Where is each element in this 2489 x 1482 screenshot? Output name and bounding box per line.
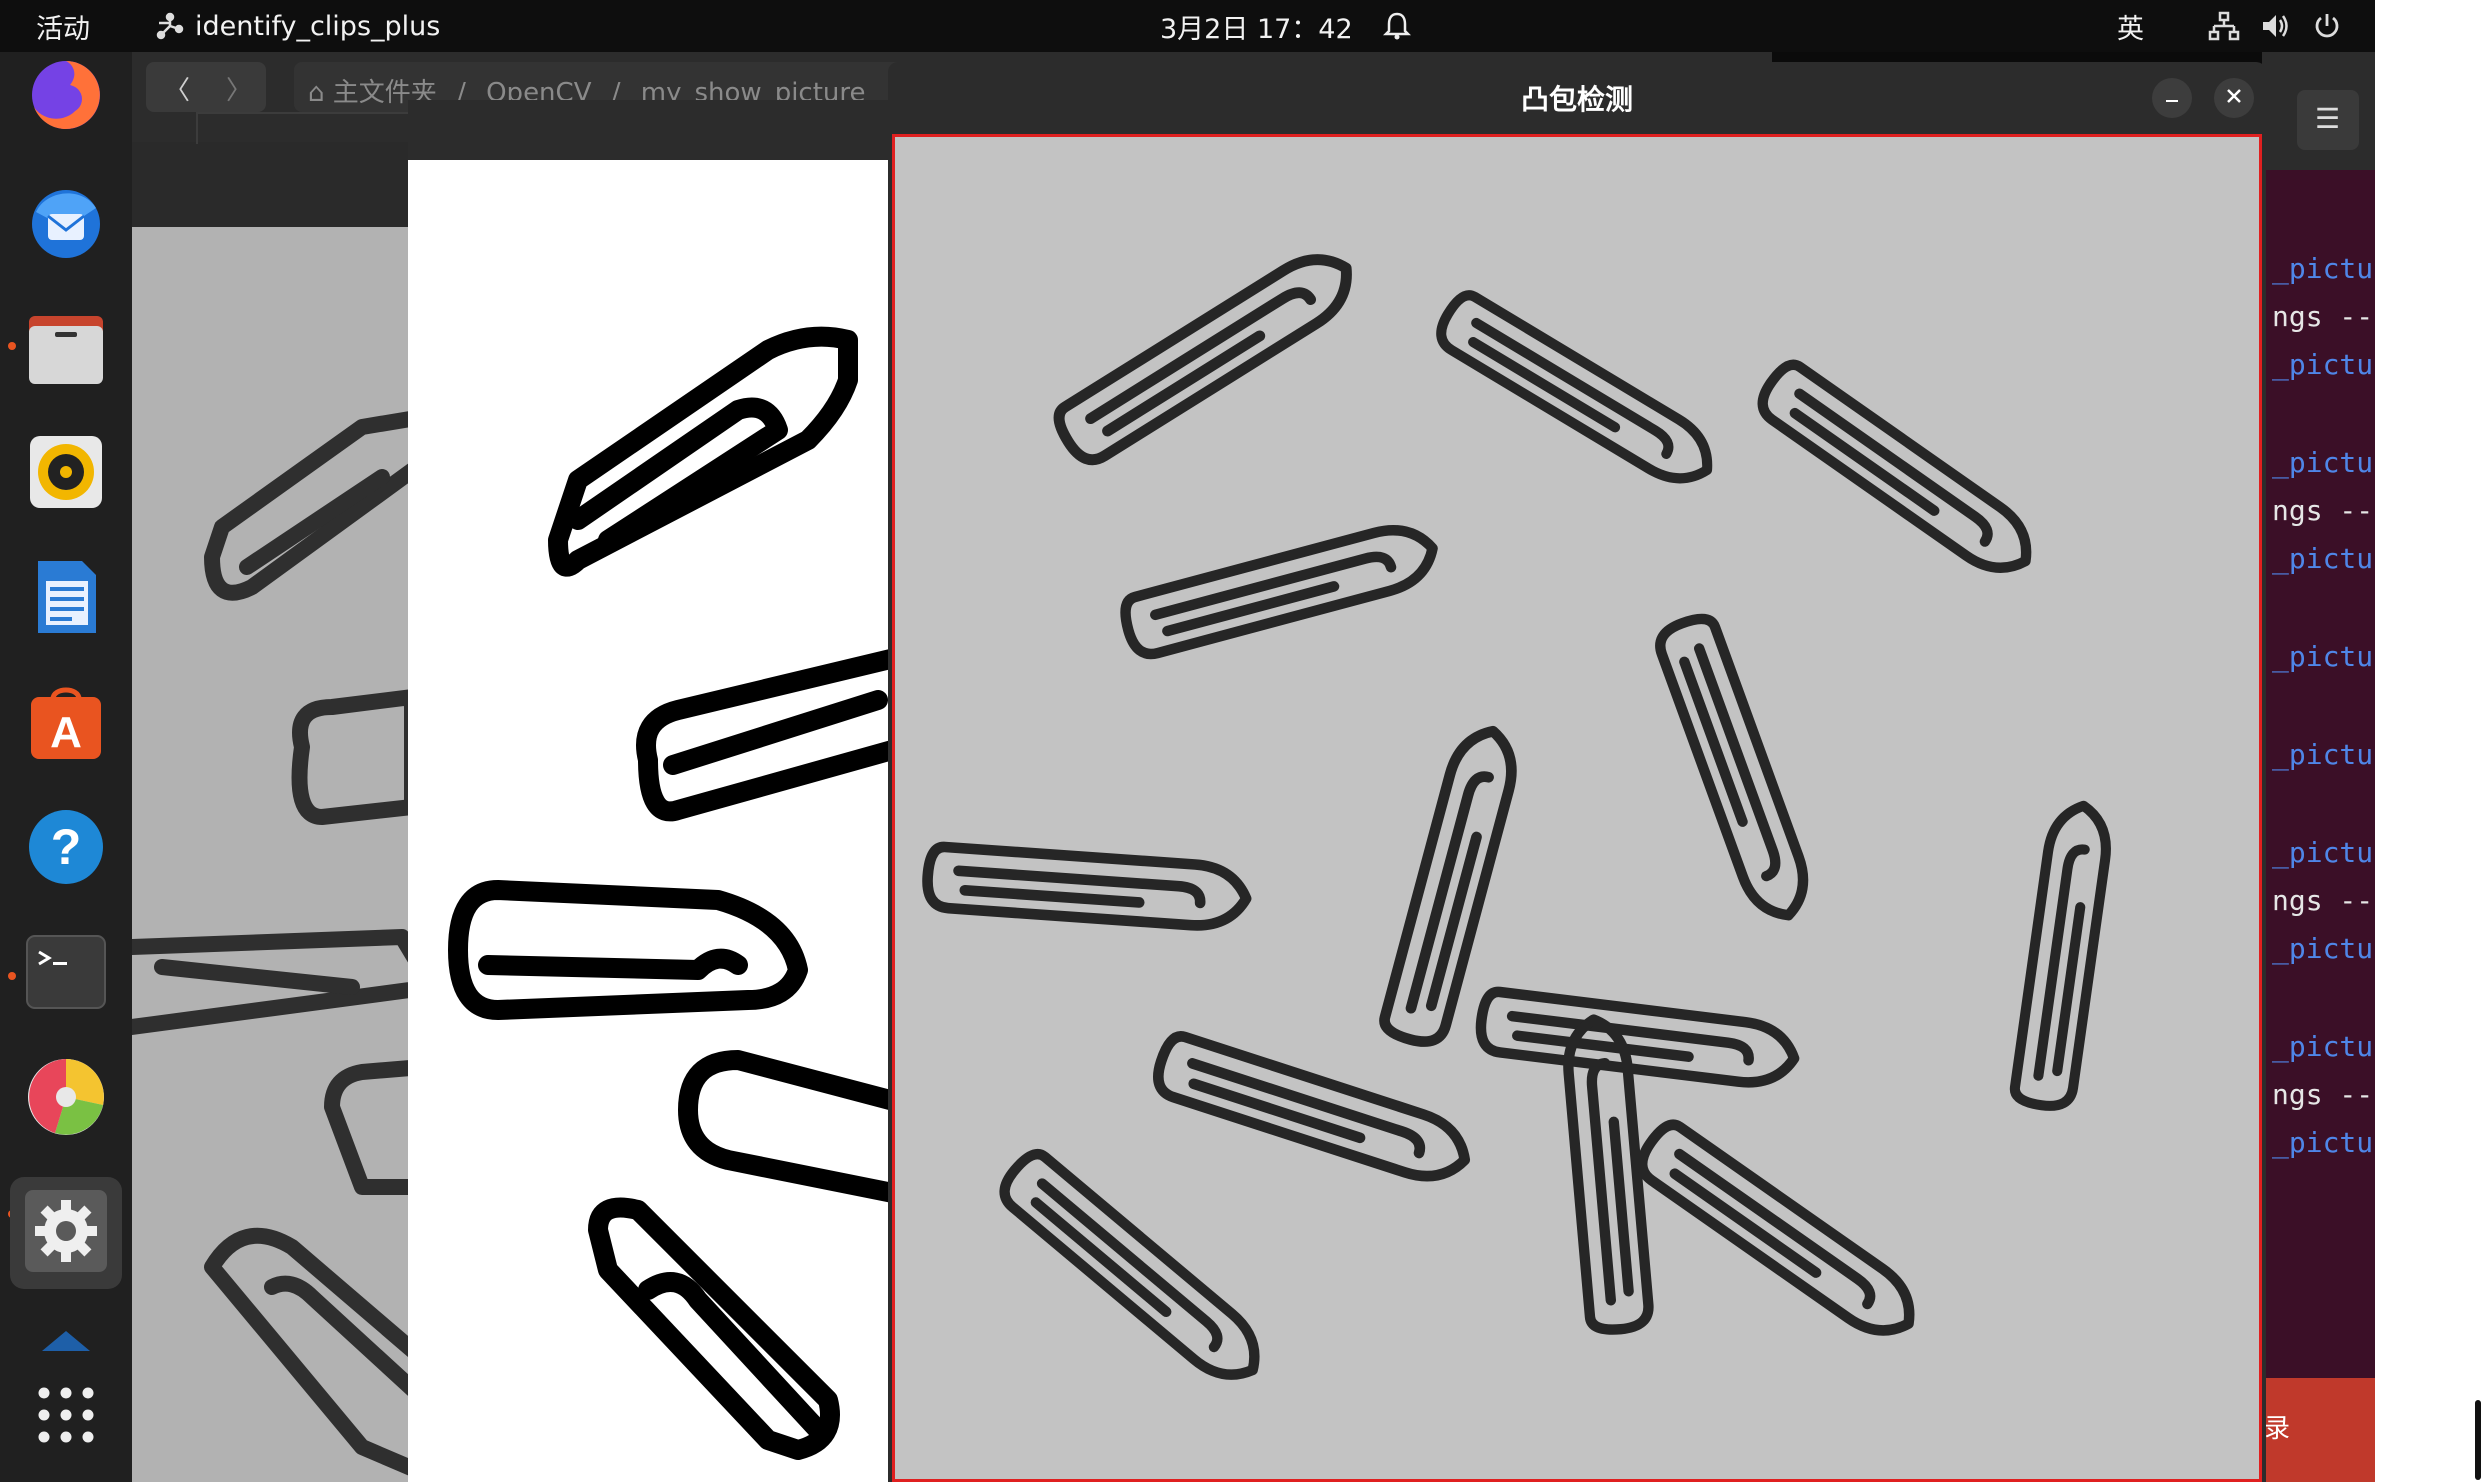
minimize-icon bbox=[2164, 88, 2180, 108]
window-titlebar[interactable]: 凸包检测 bbox=[888, 62, 2266, 134]
activities-button[interactable]: 活动 bbox=[36, 0, 90, 52]
terminal-window: ☰ _picturngs --l_pictur_picturngs --l_pi… bbox=[2262, 52, 2375, 1482]
volume-icon[interactable] bbox=[2260, 0, 2292, 52]
activities-label: 活动 bbox=[36, 13, 90, 45]
terminal-line: _pictur bbox=[2272, 1126, 2375, 1159]
dock: A ? bbox=[0, 52, 132, 1482]
terminal-line: _pictur bbox=[2272, 738, 2375, 771]
dock-software[interactable]: A bbox=[21, 679, 111, 769]
svg-text:A: A bbox=[50, 708, 82, 757]
terminal-line: _pictur bbox=[2272, 932, 2375, 965]
forward-chevron-icon[interactable]: 〉 bbox=[226, 70, 252, 107]
thunderbird-icon bbox=[26, 182, 106, 266]
help-icon: ? bbox=[25, 806, 107, 892]
back-chevron-icon[interactable]: 〈 bbox=[164, 70, 190, 107]
files-icon bbox=[25, 306, 107, 392]
input-method-label: 英 bbox=[2117, 13, 2144, 45]
terminal-menu-button[interactable]: ☰ bbox=[2297, 90, 2359, 150]
scrollbar-handle[interactable] bbox=[2475, 1400, 2481, 1480]
software-center-icon: A bbox=[25, 681, 107, 767]
original-image-preview bbox=[132, 227, 408, 1482]
window-title: 凸包检测 bbox=[1520, 83, 1633, 116]
hamburger-menu-icon: ☰ bbox=[2315, 102, 2341, 135]
dock-files[interactable] bbox=[21, 304, 111, 394]
terminal-bottom-text: 录 bbox=[2264, 1414, 2291, 1444]
input-method-indicator[interactable]: 英 bbox=[2117, 0, 2144, 52]
app-menu[interactable]: identify_clips_plus bbox=[155, 0, 440, 52]
paperclips-image bbox=[895, 137, 2259, 1479]
terminal-line: ngs --l bbox=[2272, 494, 2375, 527]
rhythmbox-icon bbox=[26, 432, 106, 516]
binary-image-window bbox=[408, 100, 928, 1482]
terminal-line: _pictur bbox=[2272, 836, 2375, 869]
app-network-icon bbox=[155, 11, 185, 41]
dock-terminal[interactable] bbox=[21, 929, 111, 1019]
terminal-line: _pictur bbox=[2272, 640, 2375, 673]
partial-app-icon bbox=[36, 1314, 96, 1352]
writer-icon bbox=[26, 557, 106, 641]
terminal-bottom-bar: 录 bbox=[2262, 1378, 2375, 1482]
terminal-header: ☰ bbox=[2262, 52, 2375, 170]
terminal-line: _pictur bbox=[2272, 348, 2375, 381]
dock-partial-item bbox=[21, 1314, 111, 1352]
firefox-icon bbox=[26, 55, 106, 139]
minimize-button[interactable] bbox=[2152, 78, 2192, 118]
terminal-line: _pictur bbox=[2272, 446, 2375, 479]
desktop-edge bbox=[2375, 0, 2489, 1482]
close-button[interactable] bbox=[2214, 78, 2254, 118]
dock-thunderbird[interactable] bbox=[21, 179, 111, 269]
alarm-bell-icon bbox=[1382, 11, 1411, 41]
dock-help[interactable]: ? bbox=[21, 804, 111, 894]
close-icon bbox=[2226, 88, 2242, 108]
svg-text:?: ? bbox=[51, 819, 82, 875]
terminal-running-indicator bbox=[8, 972, 16, 980]
terminal-line: ngs --l bbox=[2272, 1078, 2375, 1111]
terminal-line: ngs --l bbox=[2272, 300, 2375, 333]
settings-gear-icon bbox=[23, 1188, 109, 1278]
terminal-line: _pictur bbox=[2272, 542, 2375, 575]
terminal-line: _pictur bbox=[2272, 1030, 2375, 1063]
dock-disk-usage[interactable] bbox=[21, 1054, 111, 1144]
top-bar: 活动 identify_clips_plus 3月2日 17：42 英 bbox=[0, 0, 2375, 52]
terminal-line: ngs --l bbox=[2272, 884, 2375, 917]
dock-settings[interactable] bbox=[10, 1177, 122, 1289]
app-name: identify_clips_plus bbox=[195, 10, 441, 42]
dock-rhythmbox[interactable] bbox=[21, 429, 111, 519]
original-image-clips bbox=[132, 227, 408, 1482]
terminal-line: _pictur bbox=[2272, 252, 2375, 285]
home-icon: ⌂ bbox=[308, 78, 325, 108]
dock-show-apps[interactable] bbox=[21, 1372, 111, 1462]
network-wired-icon[interactable] bbox=[2208, 0, 2240, 52]
pie-chart-icon bbox=[25, 1056, 107, 1142]
dock-writer[interactable] bbox=[21, 554, 111, 644]
clock-button[interactable]: 3月2日 17：42 bbox=[1160, 0, 1411, 52]
app-grid-icon bbox=[34, 1383, 98, 1451]
convex-hull-window: 凸包检测 bbox=[888, 62, 2266, 1482]
clock: 3月2日 17：42 bbox=[1160, 13, 1353, 45]
dock-firefox[interactable] bbox=[21, 52, 111, 142]
files-running-indicator bbox=[8, 342, 16, 350]
terminal-icon bbox=[25, 934, 107, 1014]
hull-image-canvas bbox=[892, 134, 2262, 1482]
power-icon[interactable] bbox=[2312, 0, 2342, 52]
nav-buttons: 〈 〉 bbox=[146, 62, 266, 112]
binary-clips-image bbox=[408, 160, 928, 1482]
binary-image-canvas bbox=[408, 160, 928, 1482]
